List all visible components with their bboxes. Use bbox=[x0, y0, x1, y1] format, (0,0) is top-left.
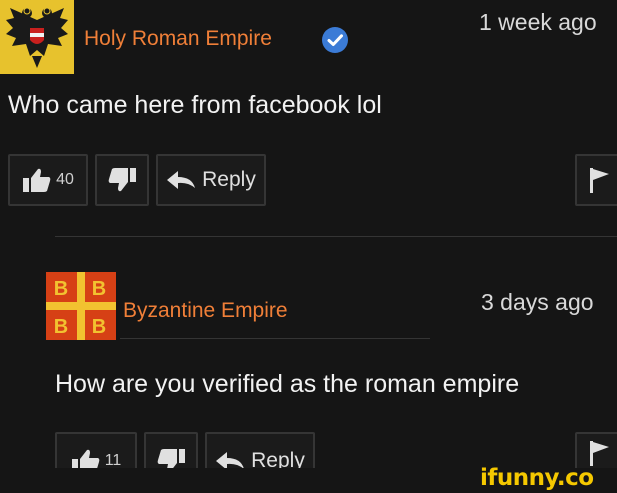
avatar-holy-roman-empire[interactable] bbox=[0, 0, 74, 74]
avatar-byzantine-empire[interactable]: Β Β Β Β bbox=[46, 272, 116, 340]
comment-timestamp: 3 days ago bbox=[481, 289, 594, 315]
reply-button[interactable]: Reply bbox=[156, 154, 266, 206]
report-flag-button[interactable] bbox=[575, 154, 617, 206]
tetragrammic-cross-icon: Β Β Β Β bbox=[46, 272, 116, 340]
svg-text:Β: Β bbox=[92, 316, 106, 338]
reply-arrow-icon bbox=[167, 171, 196, 189]
comment-text: Who came here from facebook lol bbox=[8, 91, 382, 119]
thumbs-down-icon bbox=[108, 168, 136, 192]
like-button[interactable]: 40 bbox=[8, 154, 88, 206]
comment-timestamp: 1 week ago bbox=[479, 9, 597, 35]
name-underline-divider bbox=[120, 338, 430, 339]
like-count: 40 bbox=[56, 171, 74, 188]
svg-text:Β: Β bbox=[54, 278, 68, 300]
flag-icon bbox=[590, 168, 609, 193]
comment-author-name[interactable]: Holy Roman Empire bbox=[84, 27, 272, 51]
comment-divider bbox=[55, 236, 617, 237]
reply-label: Reply bbox=[202, 168, 256, 191]
double-headed-eagle-icon bbox=[0, 0, 74, 74]
svg-text:Β: Β bbox=[54, 316, 68, 338]
thumbs-up-icon bbox=[23, 168, 51, 192]
comment-text: How are you verified as the roman empire bbox=[55, 370, 520, 398]
comment-author-name[interactable]: Byzantine Empire bbox=[123, 299, 288, 323]
svg-text:Β: Β bbox=[92, 278, 106, 300]
flag-icon bbox=[590, 441, 609, 466]
ifunny-watermark: ifunny.co bbox=[480, 465, 594, 491]
dislike-button[interactable] bbox=[95, 154, 149, 206]
verified-badge-icon bbox=[321, 26, 349, 54]
